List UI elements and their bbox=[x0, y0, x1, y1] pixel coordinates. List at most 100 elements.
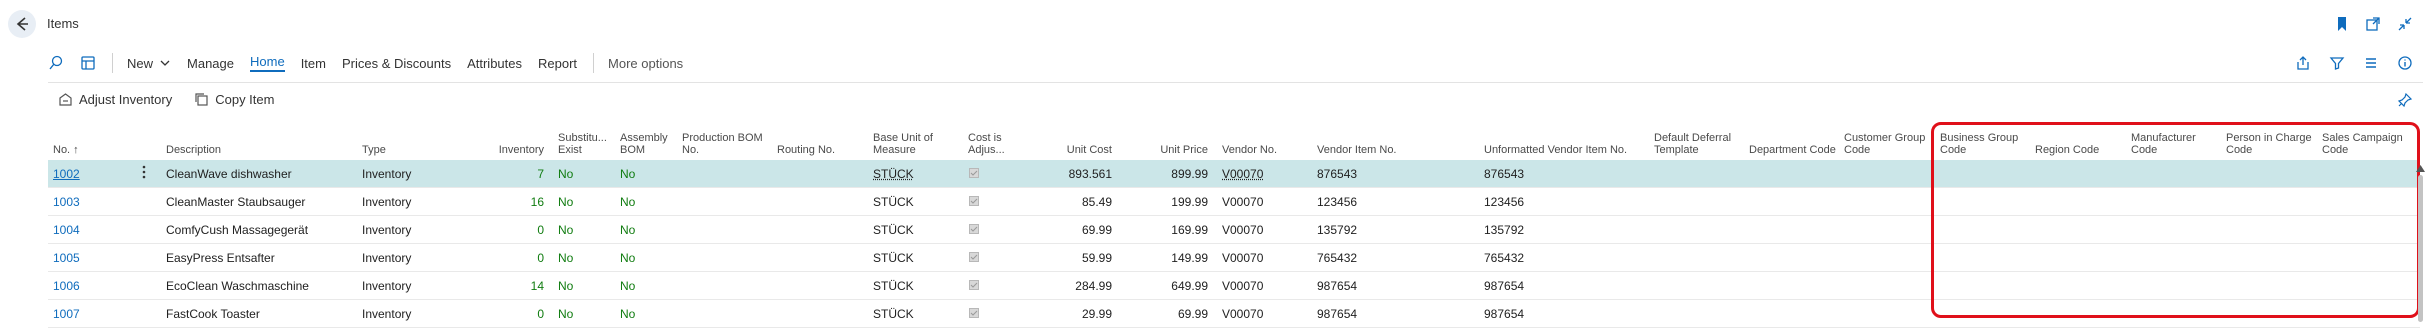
open-new-window-icon[interactable] bbox=[2365, 16, 2381, 32]
column-header-substitutes[interactable]: Substitu... Exist bbox=[558, 132, 607, 156]
item-unit-cost: 284.99 bbox=[1028, 279, 1112, 293]
item-unit-cost: 29.99 bbox=[1028, 307, 1112, 321]
tab-manage[interactable]: Manage bbox=[187, 56, 234, 71]
item-vendor-item-no: 987654 bbox=[1317, 279, 1357, 293]
adjust-inventory-button[interactable]: Adjust Inventory bbox=[58, 92, 172, 107]
tab-prices-discounts[interactable]: Prices & Discounts bbox=[342, 56, 451, 71]
tab-item[interactable]: Item bbox=[301, 56, 326, 71]
column-header-production-bom[interactable]: Production BOM No. bbox=[682, 132, 763, 156]
page-title: Items bbox=[47, 16, 79, 31]
tab-attributes[interactable]: Attributes bbox=[467, 56, 522, 71]
list-tools bbox=[2295, 55, 2413, 71]
item-vendor-no: V00070 bbox=[1222, 279, 1263, 293]
bookmark-icon[interactable] bbox=[2335, 16, 2349, 32]
chevron-down-icon[interactable] bbox=[159, 57, 171, 69]
column-header-unformatted-vendor-item[interactable]: Unformatted Vendor Item No. bbox=[1484, 144, 1627, 156]
item-no-link[interactable]: 1003 bbox=[53, 195, 80, 209]
column-header-unit-price[interactable]: Unit Price bbox=[1123, 144, 1208, 156]
item-vendor-item-no: 876543 bbox=[1317, 167, 1357, 181]
divider bbox=[112, 53, 113, 73]
column-header-routing[interactable]: Routing No. bbox=[777, 144, 835, 156]
item-vendor-no: V00070 bbox=[1222, 307, 1263, 321]
column-header-no[interactable]: No. ↑ bbox=[53, 144, 79, 156]
item-base-unit: STÜCK bbox=[873, 279, 914, 293]
item-unformatted-vendor-item: 123456 bbox=[1484, 195, 1524, 209]
column-header-unit-cost[interactable]: Unit Cost bbox=[1028, 144, 1112, 156]
scroll-up-icon[interactable] bbox=[2416, 165, 2425, 172]
more-options-button[interactable]: More options bbox=[608, 56, 683, 71]
item-unit-cost: 69.99 bbox=[1028, 223, 1112, 237]
info-icon[interactable] bbox=[2397, 55, 2413, 71]
column-header-vendor-item-no[interactable]: Vendor Item No. bbox=[1317, 144, 1397, 156]
column-header-customer-group[interactable]: Customer Group Code bbox=[1844, 132, 1925, 156]
item-vendor-no[interactable]: V00070 bbox=[1222, 167, 1263, 181]
vertical-scrollbar[interactable] bbox=[2418, 175, 2423, 322]
window-controls bbox=[2335, 16, 2413, 32]
item-base-unit: STÜCK bbox=[873, 251, 914, 265]
item-unformatted-vendor-item: 987654 bbox=[1484, 279, 1524, 293]
list-settings-icon[interactable] bbox=[2363, 55, 2379, 71]
item-no-link[interactable]: 1002 bbox=[53, 167, 80, 181]
column-header-vendor-no[interactable]: Vendor No. bbox=[1222, 144, 1277, 156]
item-inventory[interactable]: 7 bbox=[488, 167, 544, 181]
cost-adjusted-checkbox bbox=[969, 196, 979, 206]
column-header-assembly-bom[interactable]: Assembly BOM bbox=[620, 132, 668, 156]
search-icon[interactable] bbox=[48, 55, 64, 71]
item-inventory[interactable]: 14 bbox=[488, 279, 544, 293]
column-header-default-deferral[interactable]: Default Deferral Template bbox=[1654, 132, 1731, 156]
title-bar: Items bbox=[0, 0, 2433, 48]
item-unit-price: 899.99 bbox=[1123, 167, 1208, 181]
item-base-unit[interactable]: STÜCK bbox=[873, 167, 914, 181]
item-inventory[interactable]: 0 bbox=[488, 223, 544, 237]
item-unformatted-vendor-item: 765432 bbox=[1484, 251, 1524, 265]
item-substitutes: No bbox=[558, 279, 573, 293]
item-assembly-bom: No bbox=[620, 251, 635, 265]
column-header-inventory[interactable]: Inventory bbox=[488, 144, 544, 156]
column-header-description[interactable]: Description bbox=[166, 144, 221, 156]
item-substitutes: No bbox=[558, 167, 573, 181]
item-type: Inventory bbox=[362, 223, 411, 237]
item-description: FastCook Toaster bbox=[166, 307, 260, 321]
cost-adjusted-checkbox bbox=[969, 308, 979, 318]
item-type: Inventory bbox=[362, 307, 411, 321]
cost-adjusted-checkbox bbox=[969, 224, 979, 234]
item-description: CleanWave dishwasher bbox=[166, 167, 292, 181]
new-button[interactable]: New bbox=[127, 56, 153, 71]
row-menu-icon[interactable] bbox=[142, 165, 146, 179]
column-header-department-code[interactable]: Department Code bbox=[1749, 144, 1836, 156]
share-icon[interactable] bbox=[2295, 55, 2311, 71]
adjust-inventory-icon bbox=[58, 92, 73, 107]
back-button[interactable] bbox=[8, 10, 36, 38]
column-header-cost-adjusted[interactable]: Cost is Adjus... bbox=[968, 132, 1005, 156]
pin-icon[interactable] bbox=[2397, 92, 2413, 108]
tab-home[interactable]: Home bbox=[250, 54, 285, 72]
collapse-icon[interactable] bbox=[2397, 16, 2413, 32]
item-inventory[interactable]: 0 bbox=[488, 307, 544, 321]
item-no-link[interactable]: 1005 bbox=[53, 251, 80, 265]
item-inventory[interactable]: 0 bbox=[488, 251, 544, 265]
cost-adjusted-checkbox bbox=[969, 280, 979, 290]
item-unformatted-vendor-item: 876543 bbox=[1484, 167, 1524, 181]
promoted-actions: Adjust Inventory Copy Item bbox=[58, 89, 296, 109]
item-base-unit: STÜCK bbox=[873, 195, 914, 209]
item-base-unit: STÜCK bbox=[873, 307, 914, 321]
column-header-base-unit[interactable]: Base Unit of Measure bbox=[873, 132, 933, 156]
copy-icon bbox=[194, 92, 209, 107]
item-assembly-bom: No bbox=[620, 195, 635, 209]
item-no-link[interactable]: 1007 bbox=[53, 307, 80, 321]
item-assembly-bom: No bbox=[620, 167, 635, 181]
list-view-icon[interactable] bbox=[80, 55, 96, 71]
arrow-left-icon bbox=[8, 10, 36, 38]
copy-item-label: Copy Item bbox=[215, 92, 274, 107]
item-vendor-item-no: 135792 bbox=[1317, 223, 1357, 237]
column-header-type[interactable]: Type bbox=[362, 144, 386, 156]
item-type: Inventory bbox=[362, 251, 411, 265]
tab-report[interactable]: Report bbox=[538, 56, 577, 71]
item-assembly-bom: No bbox=[620, 279, 635, 293]
copy-item-button[interactable]: Copy Item bbox=[194, 92, 274, 107]
item-inventory[interactable]: 16 bbox=[488, 195, 544, 209]
item-no-link[interactable]: 1004 bbox=[53, 223, 80, 237]
filter-icon[interactable] bbox=[2329, 55, 2345, 71]
item-no-link[interactable]: 1006 bbox=[53, 279, 80, 293]
item-substitutes: No bbox=[558, 251, 573, 265]
